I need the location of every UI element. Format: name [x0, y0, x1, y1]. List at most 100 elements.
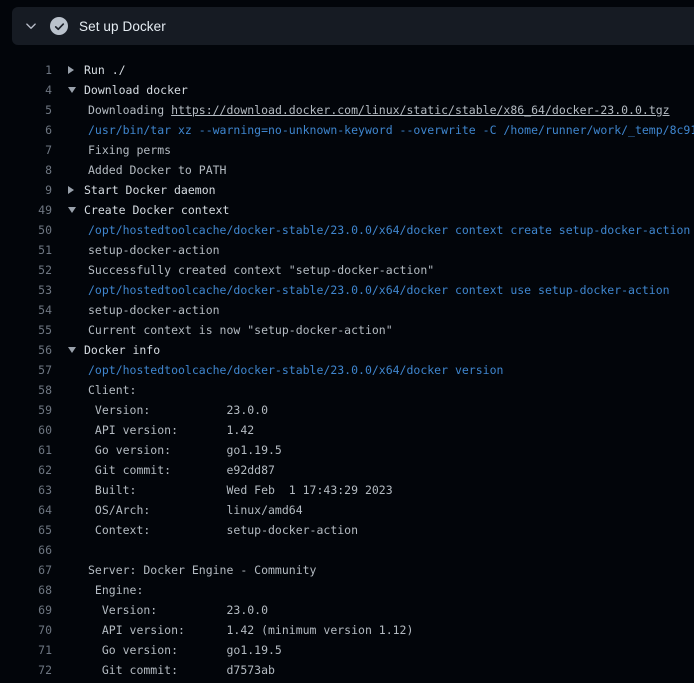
log-row: 62 Git commit: e92dd87	[0, 460, 694, 480]
line-number[interactable]: 70	[0, 620, 52, 640]
line-number[interactable]: 67	[0, 560, 52, 580]
group-title: Docker info	[84, 343, 160, 357]
log-text: Engine:	[88, 583, 143, 597]
chevron-right-icon	[68, 186, 74, 194]
line-number[interactable]: 8	[0, 160, 52, 180]
group-title: Run ./	[84, 63, 126, 77]
line-number[interactable]: 50	[0, 220, 52, 240]
log-row: 9 Start Docker daemon	[0, 180, 694, 200]
log-text: Fixing perms	[88, 143, 171, 157]
log-line: /opt/hostedtoolcache/docker-stable/23.0.…	[68, 360, 694, 380]
chevron-down-icon	[68, 87, 76, 93]
chevron-down-icon[interactable]	[24, 19, 38, 33]
log-row: 51 setup-docker-action	[0, 240, 694, 260]
log-row: 66	[0, 540, 694, 560]
log-line	[68, 540, 694, 560]
log-row: 70 API version: 1.42 (minimum version 1.…	[0, 620, 694, 640]
line-number[interactable]: 54	[0, 300, 52, 320]
line-number[interactable]: 66	[0, 540, 52, 560]
log-text: Current context is now "setup-docker-act…	[88, 323, 393, 337]
log-text: API version: 1.42	[88, 423, 254, 437]
chevron-right-icon	[68, 66, 74, 74]
group-toggle[interactable]: Start Docker daemon	[68, 180, 694, 200]
log-row: 49 Create Docker context	[0, 200, 694, 220]
line-number[interactable]: 53	[0, 280, 52, 300]
line-number[interactable]: 62	[0, 460, 52, 480]
log-text: Go version: go1.19.5	[88, 443, 282, 457]
log-link[interactable]: https://download.docker.com/linux/static…	[171, 103, 670, 117]
line-number[interactable]: 49	[0, 200, 52, 220]
log-line: Fixing perms	[68, 140, 694, 160]
log-row: 71 Go version: go1.19.5	[0, 640, 694, 660]
line-number[interactable]: 6	[0, 120, 52, 140]
log-command: /opt/hostedtoolcache/docker-stable/23.0.…	[88, 223, 694, 237]
log-line: Built: Wed Feb 1 17:43:29 2023	[68, 480, 694, 500]
group-toggle[interactable]: Docker info	[68, 340, 694, 360]
log-container: 1 Run ./ 4 Download docker 5 Downloading http…	[0, 45, 694, 683]
line-number[interactable]: 71	[0, 640, 52, 660]
log-row: 4 Download docker	[0, 80, 694, 100]
line-number[interactable]: 7	[0, 140, 52, 160]
log-line: Downloading https://download.docker.com/…	[68, 100, 694, 120]
log-row: 61 Go version: go1.19.5	[0, 440, 694, 460]
line-number[interactable]: 72	[0, 660, 52, 680]
line-number[interactable]: 63	[0, 480, 52, 500]
line-number[interactable]: 69	[0, 600, 52, 620]
log-text: Downloading	[88, 103, 171, 117]
group-title: Download docker	[84, 83, 188, 97]
line-number[interactable]: 56	[0, 340, 52, 360]
log-row: 69 Version: 23.0.0	[0, 600, 694, 620]
log-text: Built: Wed Feb 1 17:43:29 2023	[88, 483, 393, 497]
line-number[interactable]: 58	[0, 380, 52, 400]
line-number[interactable]: 9	[0, 180, 52, 200]
log-text: Git commit: d7573ab	[88, 663, 275, 677]
log-text: OS/Arch: linux/amd64	[88, 503, 303, 517]
log-row: 63 Built: Wed Feb 1 17:43:29 2023	[0, 480, 694, 500]
log-line: Client:	[68, 380, 694, 400]
step-header[interactable]: Set up Docker	[12, 7, 694, 45]
log-line: API version: 1.42	[68, 420, 694, 440]
log-row: 53/opt/hostedtoolcache/docker-stable/23.…	[0, 280, 694, 300]
log-line: /opt/hostedtoolcache/docker-stable/23.0.…	[68, 220, 694, 240]
log-row: 60 API version: 1.42	[0, 420, 694, 440]
group-toggle[interactable]: Create Docker context	[68, 200, 694, 220]
log-line: Engine:	[68, 580, 694, 600]
log-text: Version: 23.0.0	[88, 603, 268, 617]
check-circle-icon	[50, 17, 68, 35]
line-number[interactable]: 68	[0, 580, 52, 600]
line-number[interactable]: 1	[0, 60, 52, 80]
log-text: Successfully created context "setup-dock…	[88, 263, 434, 277]
log-line: Server: Docker Engine - Community	[68, 560, 694, 580]
log-line: Version: 23.0.0	[68, 400, 694, 420]
log-text: setup-docker-action	[88, 303, 220, 317]
line-number[interactable]: 60	[0, 420, 52, 440]
line-number[interactable]: 64	[0, 500, 52, 520]
log-line: OS/Arch: linux/amd64	[68, 500, 694, 520]
log-text: setup-docker-action	[88, 243, 220, 257]
log-command: /usr/bin/tar xz --warning=no-unknown-key…	[88, 123, 694, 137]
log-line: Added Docker to PATH	[68, 160, 694, 180]
log-row: 5 Downloading https://download.docker.com…	[0, 100, 694, 120]
log-line: Context: setup-docker-action	[68, 520, 694, 540]
group-title: Create Docker context	[84, 203, 229, 217]
log-command: /opt/hostedtoolcache/docker-stable/23.0.…	[88, 283, 670, 297]
line-number[interactable]: 65	[0, 520, 52, 540]
log-text: API version: 1.42 (minimum version 1.12)	[88, 623, 413, 637]
line-number[interactable]: 5	[0, 100, 52, 120]
line-number[interactable]: 52	[0, 260, 52, 280]
group-toggle[interactable]: Download docker	[68, 80, 694, 100]
log-line: Go version: go1.19.5	[68, 640, 694, 660]
line-number[interactable]: 4	[0, 80, 52, 100]
line-number[interactable]: 55	[0, 320, 52, 340]
line-number[interactable]: 51	[0, 240, 52, 260]
line-number[interactable]: 57	[0, 360, 52, 380]
log-line: Current context is now "setup-docker-act…	[68, 320, 694, 340]
group-toggle[interactable]: Run ./	[68, 60, 694, 80]
log-text: Server: Docker Engine - Community	[88, 563, 316, 577]
line-number[interactable]: 61	[0, 440, 52, 460]
chevron-down-icon	[68, 207, 76, 213]
log-row: 59 Version: 23.0.0	[0, 400, 694, 420]
log-line: /opt/hostedtoolcache/docker-stable/23.0.…	[68, 280, 694, 300]
line-number[interactable]: 59	[0, 400, 52, 420]
log-row: 57/opt/hostedtoolcache/docker-stable/23.…	[0, 360, 694, 380]
